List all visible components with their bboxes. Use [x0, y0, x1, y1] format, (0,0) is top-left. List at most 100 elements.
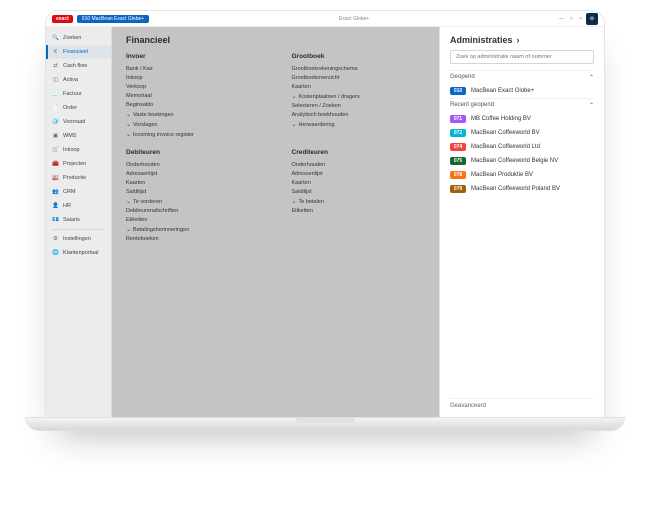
sidebar-item-order[interactable]: 📄Order	[46, 101, 111, 115]
menu-item[interactable]: Memoriaal	[126, 91, 260, 100]
sidebar-item-label: Order	[63, 105, 77, 111]
sidebar-item-label: Financieel	[63, 49, 88, 55]
menu-group: Crediteuren OnderhoudenAdressenlijstKaart…	[292, 149, 426, 243]
sidebar-item-financieel[interactable]: € Financieel	[46, 45, 111, 59]
advanced-link[interactable]: Geavanceerd	[450, 398, 594, 409]
sidebar-icon: ⇄	[52, 63, 59, 69]
menu-item[interactable]: Debiteurenafschriften	[126, 206, 260, 215]
sidebar-icon: 🔍	[52, 35, 59, 41]
menu-item[interactable]: Kaarten	[292, 82, 426, 91]
menu-item[interactable]: Etiketten	[292, 206, 426, 215]
menu-item[interactable]: Etiketten	[126, 215, 260, 224]
administration-code-badge: 078	[450, 171, 466, 179]
menu-item[interactable]: Vaste boekingen	[126, 109, 260, 119]
title-bar: exact 010 MacBean Exact Globe+ Exact Glo…	[46, 11, 604, 27]
sidebar-item-label: Projecten	[63, 161, 86, 167]
administration-row[interactable]: 071MB Coffee Holding BV	[450, 112, 594, 126]
menu-item[interactable]: Adressenlijst	[292, 169, 426, 178]
menu-item[interactable]: Onderhouden	[292, 160, 426, 169]
group-heading: Grootboek	[292, 53, 426, 60]
administration-row[interactable]: 079MacBean Coffeeworld Poland BV	[450, 182, 594, 196]
menu-item[interactable]: Adressenlijst	[126, 169, 260, 178]
panel-section-header[interactable]: Recent geopend ⌃	[450, 98, 594, 112]
menu-item[interactable]: Herwaardering	[292, 119, 426, 129]
sidebar-item-activa[interactable]: ◫Activa	[46, 73, 111, 87]
sidebar-item-label: Zoeken	[63, 35, 81, 41]
menu-item[interactable]: Renteboeken	[126, 234, 260, 243]
menu-item[interactable]: Onderhouden	[126, 160, 260, 169]
administration-row[interactable]: 010MacBean Exact Globe+	[450, 84, 594, 98]
sidebar-item-wms[interactable]: ▣WMS	[46, 129, 111, 143]
menu-item[interactable]: Saldilijst	[126, 187, 260, 196]
administration-row[interactable]: 072MacBean Coffeeworld BV	[450, 126, 594, 140]
close-icon[interactable]: ×	[579, 16, 582, 22]
menu-item[interactable]: Beginsaldo	[126, 100, 260, 109]
sidebar-item-voorraad[interactable]: 🧊 Voorraad	[46, 115, 111, 129]
section-title: Recent geopend	[450, 102, 494, 109]
administration-code-badge: 075	[450, 157, 466, 165]
sidebar-item-productie[interactable]: 🏭 Productie	[46, 171, 111, 185]
menu-item[interactable]: Te vorderen	[126, 196, 260, 206]
chevron-up-icon: ⌃	[589, 74, 594, 81]
chevron-up-icon: ⌃	[589, 102, 594, 109]
minimize-icon[interactable]: —	[559, 16, 564, 22]
sidebar-item-label: Salaris	[63, 217, 80, 223]
sidebar-icon: 🌐	[52, 250, 59, 256]
sidebar-item-label: Klantenportaal	[63, 250, 98, 256]
menu-item[interactable]: Verkoop	[126, 82, 260, 91]
menu-item[interactable]: Kostenplaatsen / dragers	[292, 91, 426, 101]
sidebar-item-projecten[interactable]: 🧰Projecten	[46, 157, 111, 171]
administration-row[interactable]: 074MacBean Coffeeworld Ltd	[450, 140, 594, 154]
chevron-right-icon[interactable]: ›	[517, 35, 520, 45]
sidebar-item-zoeken[interactable]: 🔍 Zoeken	[46, 31, 111, 45]
menu-item[interactable]: Betalingsherinneringen	[126, 224, 260, 234]
administration-code-badge: 074	[450, 143, 466, 151]
sidebar-item-label: Productie	[63, 175, 86, 181]
sidebar-item-crm[interactable]: 👥CRM	[46, 185, 111, 199]
administration-row[interactable]: 075 MacBean Coffeeworld Belgie NV	[450, 154, 594, 168]
window-title: Exact Globe+	[153, 16, 555, 22]
menu-item[interactable]: Te betalen	[292, 196, 426, 206]
group-heading: Crediteuren	[292, 149, 426, 156]
sidebar-icon: 🧾	[52, 91, 59, 97]
administration-name: MacBean Produktie BV	[471, 172, 533, 178]
menu-item[interactable]: Incoming invoice register	[126, 129, 260, 139]
sidebar-icon: ▣	[52, 133, 59, 139]
sidebar-item-label: Inkoop	[63, 147, 80, 153]
sidebar-icon: 🏭	[52, 175, 59, 181]
panel-section-header[interactable]: Geopend⌃	[450, 70, 594, 84]
maximize-icon[interactable]: □	[570, 16, 573, 22]
sidebar-item-inkoop[interactable]: 🛒Inkoop	[46, 143, 111, 157]
administrations-panel: Administraties › Geopend⌃010MacBean Exac…	[439, 27, 604, 417]
sidebar-item-factuur[interactable]: 🧾Factuur	[46, 87, 111, 101]
sidebar-item-klantenportaal[interactable]: 🌐 Klantenportaal	[46, 246, 111, 260]
menu-item[interactable]: Grootboekoverzicht	[292, 73, 426, 82]
administration-search-input[interactable]	[450, 50, 594, 64]
current-administration-tag[interactable]: 010 MacBean Exact Globe+	[77, 15, 149, 23]
menu-item[interactable]: Kaarten	[292, 178, 426, 187]
menu-item[interactable]: Kaarten	[126, 178, 260, 187]
menu-item[interactable]: Selecteren / Zoeken	[292, 101, 426, 110]
menu-group: InvoerBank / KasInkoopVerkoopMemoriaalBe…	[126, 53, 260, 139]
menu-item[interactable]: Inkoop	[126, 73, 260, 82]
menu-item[interactable]: Verslagen	[126, 119, 260, 129]
administration-name: MacBean Coffeeworld Poland BV	[471, 186, 560, 192]
menu-item[interactable]: Saldilijst	[292, 187, 426, 196]
sidebar-item-instellingen[interactable]: ⚙Instellingen	[46, 232, 111, 246]
sidebar-icon: 💶	[52, 217, 59, 223]
sidebar-item-label: Voorraad	[63, 119, 85, 125]
administration-code-badge: 072	[450, 129, 466, 137]
sidebar-icon: 🧊	[52, 119, 59, 125]
menu-item[interactable]: Bank / Kas	[126, 64, 260, 73]
page-title: Financieel	[126, 35, 425, 45]
panel-title: Administraties	[450, 35, 513, 45]
sidebar-item-hr[interactable]: 👤HR	[46, 199, 111, 213]
sidebar-item-cash-flow[interactable]: ⇄Cash flow	[46, 59, 111, 73]
sidebar-item-salaris[interactable]: 💶 Salaris	[46, 213, 111, 227]
administration-row[interactable]: 078 MacBean Produktie BV	[450, 168, 594, 182]
sidebar-icon: €	[52, 49, 59, 55]
menu-item[interactable]: Analytisch boekhouden	[292, 110, 426, 119]
menu-item[interactable]: Grootboekrekeningschema	[292, 64, 426, 73]
administration-name: MacBean Coffeeworld Belgie NV	[471, 158, 558, 164]
settings-icon[interactable]: ⚙	[586, 13, 598, 25]
